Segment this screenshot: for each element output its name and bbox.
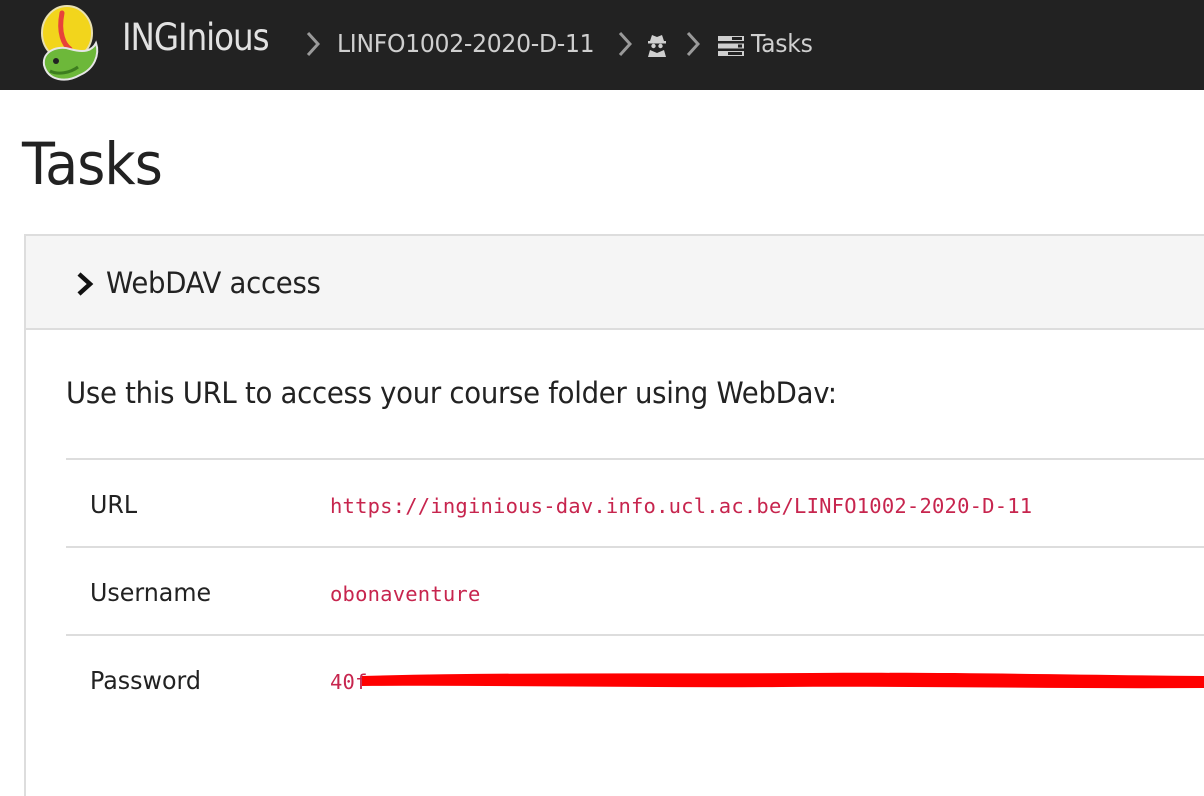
navbar: INGInious LINFO1002-2020-D-11 Tasks: [0, 0, 1204, 90]
table-row: Username obonaventure: [66, 546, 1204, 634]
chevron-right-icon: [306, 31, 320, 57]
page-title: Tasks: [22, 130, 163, 198]
password-label: Password: [90, 666, 201, 695]
url-label: URL: [90, 490, 138, 519]
inginious-logo[interactable]: [36, 3, 102, 87]
username-value[interactable]: obonaventure: [330, 582, 481, 606]
url-value[interactable]: https://inginious-dav.info.ucl.ac.be/LIN…: [330, 494, 1032, 518]
webdav-intro-text: Use this URL to access your course folde…: [66, 376, 837, 410]
password-redaction-mark: [362, 672, 1204, 689]
table-row: URL https://inginious-dav.info.ucl.ac.be…: [66, 458, 1204, 546]
tasks-icon: [718, 36, 744, 56]
chevron-right-icon: [686, 31, 700, 57]
webdav-panel-heading[interactable]: WebDAV access: [26, 236, 1204, 330]
username-label: Username: [90, 578, 212, 607]
breadcrumb-course[interactable]: LINFO1002-2020-D-11: [337, 29, 595, 58]
chevron-right-icon: [618, 31, 632, 57]
brand-name[interactable]: INGInious: [122, 16, 270, 59]
chevron-right-icon: [77, 272, 94, 296]
breadcrumb-tasks[interactable]: Tasks: [751, 29, 813, 58]
webdav-panel-title[interactable]: WebDAV access: [106, 266, 321, 300]
user-secret-icon[interactable]: [646, 33, 668, 57]
